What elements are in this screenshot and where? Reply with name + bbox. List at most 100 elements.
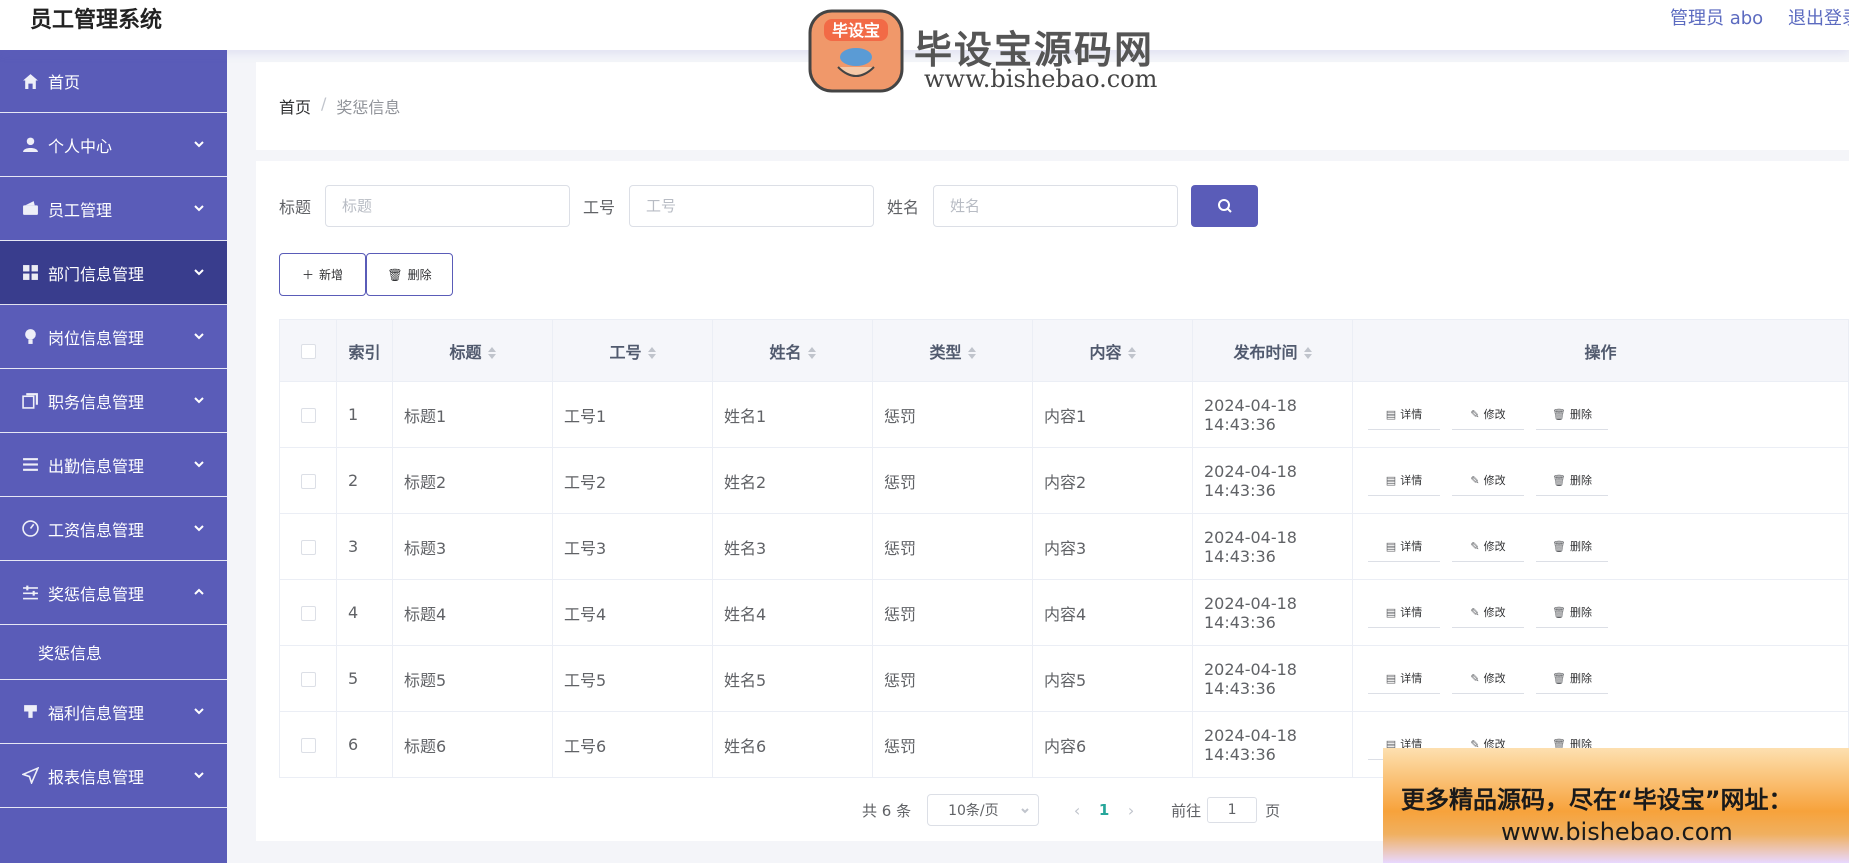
cell-employee-no: 工号5 <box>552 645 713 712</box>
sidebar-subitem-reward-punish-info[interactable]: 奖惩信息 <box>0 625 227 680</box>
col-publish-time[interactable]: 发布时间 <box>1192 319 1353 382</box>
cell-employee-no: 工号6 <box>552 711 713 778</box>
gauge-icon <box>20 519 40 539</box>
delete-button[interactable]: 🗑 删除 <box>1536 532 1608 562</box>
sort-caret-icon[interactable] <box>1127 347 1136 359</box>
document-icon: ▤ <box>1385 605 1397 619</box>
chevron-down-icon <box>193 391 205 404</box>
sidebar-item-reward-punish[interactable]: 奖惩信息管理 <box>0 561 227 625</box>
cell-type: 惩罚 <box>872 579 1033 646</box>
sort-caret-icon[interactable] <box>967 347 976 359</box>
logout-link[interactable]: 退出登录 <box>1788 4 1849 30</box>
col-content[interactable]: 内容 <box>1032 319 1193 382</box>
delete-button[interactable]: 🗑 删除 <box>1536 664 1608 694</box>
home-icon <box>20 71 40 91</box>
col-name-label: 姓名 <box>769 342 802 362</box>
sidebar-item-duty[interactable]: 职务信息管理 <box>0 369 227 433</box>
data-table: 索引 标题 工号 姓名 类型 内容 发布时间 操作 1 标题1 工号1 姓名1 … <box>279 319 1849 778</box>
grid-icon <box>20 263 40 283</box>
row-select-cell <box>279 381 337 448</box>
sidebar-item-position[interactable]: 岗位信息管理 <box>0 305 227 369</box>
sort-caret-icon[interactable] <box>807 347 816 359</box>
prev-page-icon[interactable]: ‹ <box>1067 800 1087 820</box>
add-button[interactable]: ＋ 新增 <box>279 253 366 296</box>
sort-caret-icon[interactable] <box>1303 347 1312 359</box>
row-checkbox[interactable] <box>300 408 316 423</box>
search-form: 标题 工号 姓名 <box>279 185 1259 227</box>
cell-title: 标题3 <box>392 513 553 580</box>
trash-icon: 🗑 <box>1552 671 1566 685</box>
detail-label: 详情 <box>1400 474 1423 487</box>
breadcrumb-current: 奖惩信息 <box>336 98 401 117</box>
sort-caret-icon[interactable] <box>487 347 496 359</box>
edit-button[interactable]: ✎ 修改 <box>1452 664 1524 694</box>
breadcrumb-home[interactable]: 首页 <box>279 94 311 118</box>
page-size-select[interactable]: 10条/页 <box>927 794 1040 826</box>
detail-button[interactable]: ▤ 详情 <box>1368 532 1440 562</box>
goto-page-input[interactable]: 1 <box>1207 797 1258 823</box>
cell-index: 3 <box>336 513 393 580</box>
delete-button[interactable]: 🗑 删除 <box>1536 466 1608 496</box>
sidebar-item-report[interactable]: 报表信息管理 <box>0 744 227 808</box>
cell-name: 姓名5 <box>712 645 873 712</box>
sidebar-item-personal-center[interactable]: 个人中心 <box>0 113 227 177</box>
name-search-input[interactable] <box>933 185 1179 227</box>
sidebar-item-home[interactable]: 首页 <box>0 50 227 113</box>
row-checkbox[interactable] <box>300 672 316 687</box>
cell-name: 姓名4 <box>712 579 873 646</box>
col-title[interactable]: 标题 <box>392 319 553 382</box>
sort-caret-icon[interactable] <box>647 347 656 359</box>
sidebar-item-attendance[interactable]: 出勤信息管理 <box>0 433 227 497</box>
cell-operations: ▤ 详情 ✎ 修改 🗑 删除 <box>1352 513 1849 580</box>
edit-button[interactable]: ✎ 修改 <box>1452 400 1524 430</box>
chevron-down-icon <box>193 766 205 779</box>
detail-button[interactable]: ▤ 详情 <box>1368 598 1440 628</box>
delete-button[interactable]: 🗑 删除 <box>1536 598 1608 628</box>
edit-label: 修改 <box>1483 540 1506 553</box>
chevron-down-icon <box>193 199 205 212</box>
detail-button[interactable]: ▤ 详情 <box>1368 400 1440 430</box>
edit-button[interactable]: ✎ 修改 <box>1452 598 1524 628</box>
app-title: 员工管理系统 <box>30 8 163 33</box>
batch-delete-button[interactable]: 🗑 删除 <box>366 253 453 296</box>
edit-button[interactable]: ✎ 修改 <box>1452 466 1524 496</box>
document-icon: ▤ <box>1385 407 1397 421</box>
select-all-checkbox[interactable] <box>300 344 316 359</box>
col-type[interactable]: 类型 <box>872 319 1033 382</box>
cell-employee-no: 工号2 <box>552 447 713 514</box>
detail-label: 详情 <box>1400 408 1423 421</box>
cell-publish-time: 2024-04-18 14:43:36 <box>1192 381 1353 448</box>
sidebar-item-department[interactable]: 部门信息管理 <box>0 241 227 305</box>
cell-operations: ▤ 详情 ✎ 修改 🗑 删除 <box>1352 447 1849 514</box>
sliders-icon <box>20 583 40 603</box>
title-search-input[interactable] <box>325 185 571 227</box>
promo-banner: 更多精品源码，尽在“毕设宝”网址： www.bishebao.com <box>1383 748 1849 863</box>
search-button[interactable] <box>1191 185 1259 227</box>
cell-type: 惩罚 <box>872 447 1033 514</box>
edit-label: 修改 <box>1483 474 1506 487</box>
detail-button[interactable]: ▤ 详情 <box>1368 466 1440 496</box>
cell-operations: ▤ 详情 ✎ 修改 🗑 删除 <box>1352 645 1849 712</box>
sidebar-item-employee[interactable]: 员工管理 <box>0 177 227 241</box>
page-number-current[interactable]: 1 <box>1087 801 1121 819</box>
detail-label: 详情 <box>1400 540 1423 553</box>
table-row: 2 标题2 工号2 姓名2 惩罚 内容2 2024-04-18 14:43:36… <box>279 447 1849 514</box>
sidebar-item-salary[interactable]: 工资信息管理 <box>0 497 227 561</box>
edit-button[interactable]: ✎ 修改 <box>1452 532 1524 562</box>
row-checkbox[interactable] <box>300 540 316 555</box>
detail-button[interactable]: ▤ 详情 <box>1368 664 1440 694</box>
table-body: 1 标题1 工号1 姓名1 惩罚 内容1 2024-04-18 14:43:36… <box>279 381 1849 778</box>
delete-button[interactable]: 🗑 删除 <box>1536 400 1608 430</box>
row-checkbox[interactable] <box>300 606 316 621</box>
sidebar-item-label: 首页 <box>48 73 81 92</box>
page-suffix: 页 <box>1265 801 1281 820</box>
trash-icon: 🗑 <box>1552 473 1566 487</box>
row-checkbox[interactable] <box>300 738 316 753</box>
sidebar-item-welfare[interactable]: 福利信息管理 <box>0 680 227 744</box>
cell-employee-no: 工号1 <box>552 381 713 448</box>
col-employee-no[interactable]: 工号 <box>552 319 713 382</box>
employee-no-search-input[interactable] <box>629 185 875 227</box>
next-page-icon[interactable]: › <box>1121 800 1141 820</box>
row-checkbox[interactable] <box>300 474 316 489</box>
col-name[interactable]: 姓名 <box>712 319 873 382</box>
